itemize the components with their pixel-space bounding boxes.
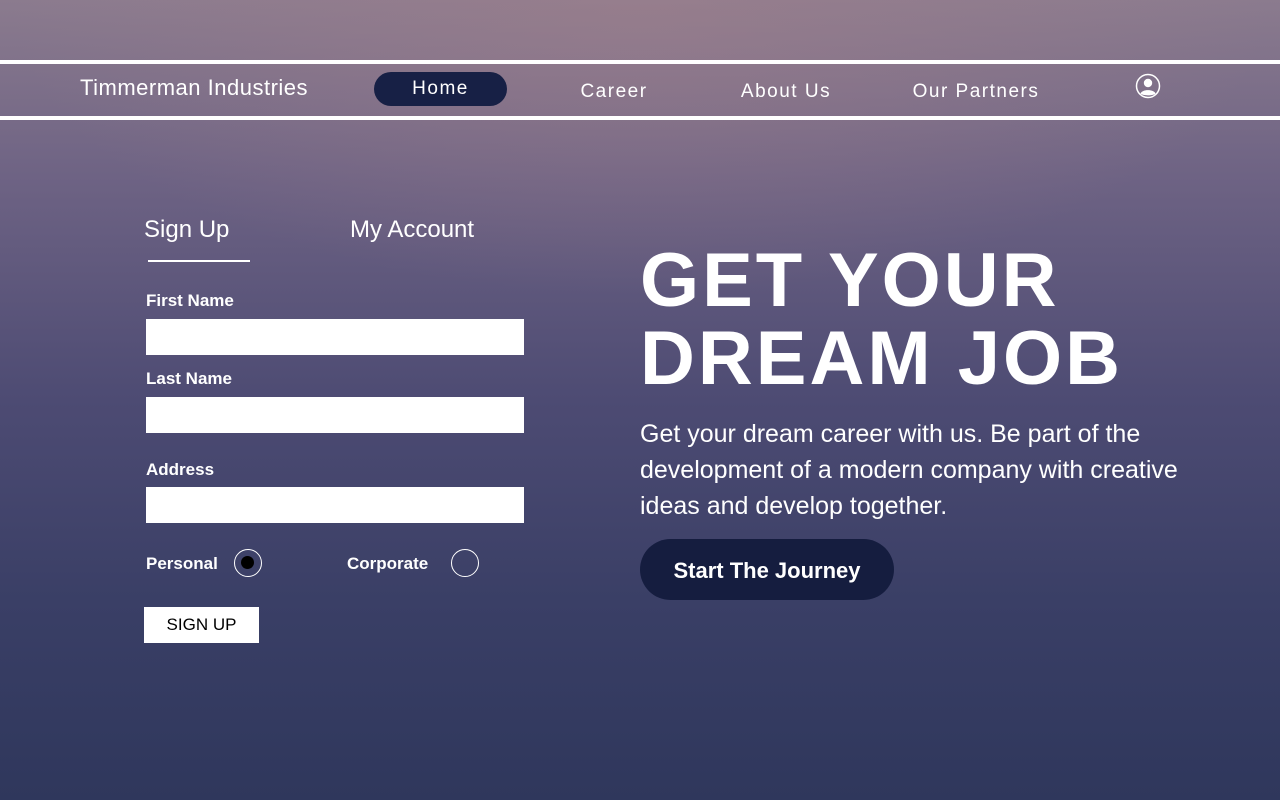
start-journey-button[interactable]: Start The Journey (640, 539, 894, 600)
sign-up-button[interactable]: SIGN UP (144, 607, 259, 643)
tab-my-account[interactable]: My Account (350, 216, 474, 244)
radio-selected-dot (241, 556, 254, 569)
active-tab-underline (148, 260, 250, 262)
nav-item-our-partners[interactable]: Our Partners (900, 74, 1052, 108)
address-field[interactable] (146, 487, 524, 523)
brand-name: Timmerman Industries (80, 75, 309, 100)
nav-item-career[interactable]: Career (566, 74, 662, 108)
personal-label: Personal (146, 554, 218, 573)
hero-title: GET YOUR DREAM JOB (640, 242, 1240, 398)
corporate-label: Corporate (347, 554, 429, 573)
corporate-radio[interactable] (451, 549, 479, 577)
last-name-field[interactable] (146, 397, 524, 433)
hero-description: Get your dream career with us. Be part o… (640, 420, 1178, 520)
nav-bottom-border (0, 116, 1280, 120)
user-circle-icon[interactable] (1135, 73, 1161, 99)
nav-item-home[interactable]: Home (374, 72, 507, 106)
hero-title-line-1: GET YOUR (640, 238, 1060, 323)
personal-radio[interactable] (234, 549, 262, 577)
tab-sign-up[interactable]: Sign Up (144, 216, 229, 244)
nav-item-about-us[interactable]: About Us (730, 74, 842, 108)
hero-title-line-2: DREAM JOB (640, 316, 1124, 401)
first-name-label: First Name (146, 291, 234, 310)
last-name-label: Last Name (146, 369, 232, 388)
address-label: Address (146, 460, 215, 479)
nav-top-border (0, 60, 1280, 64)
first-name-field[interactable] (146, 319, 524, 355)
